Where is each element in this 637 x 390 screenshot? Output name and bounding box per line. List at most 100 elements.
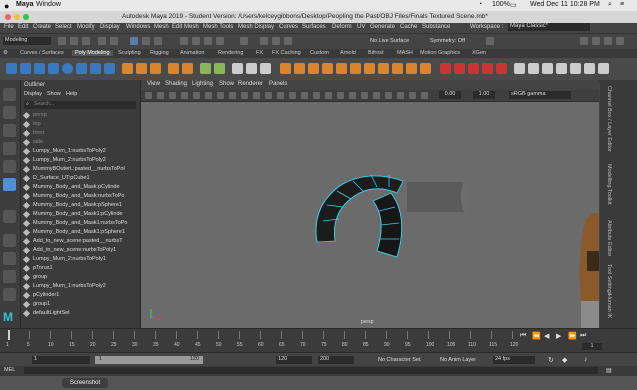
show-tool-settings-icon[interactable]	[604, 37, 612, 45]
outliner-item[interactable]: Mummy_Body_and_Mask:nurbsToPo	[21, 192, 140, 201]
redo-icon[interactable]	[110, 37, 118, 45]
normal-icon[interactable]	[570, 63, 581, 74]
merge-icon[interactable]	[350, 63, 361, 74]
planar-map-icon[interactable]	[454, 63, 465, 74]
step-forward-icon[interactable]: ⏩	[568, 332, 577, 340]
select-tool-icon[interactable]	[3, 88, 16, 101]
live-surface-label[interactable]: No Live Surface	[370, 38, 409, 44]
tab-tool-settings[interactable]: Tool Settings	[606, 264, 612, 296]
outliner-item[interactable]: Lumpy_Mum_2:nurbsToPoly1	[21, 255, 140, 264]
current-frame-field[interactable]: 1	[582, 343, 602, 350]
outliner-menu-help[interactable]: Help	[66, 91, 77, 97]
viewport-tool-icon[interactable]	[169, 92, 176, 99]
snap-curve-icon[interactable]	[192, 37, 200, 45]
unfold-icon[interactable]	[542, 63, 553, 74]
outliner-item[interactable]: D_Surface_UT:pCube1	[21, 174, 140, 183]
insert-edge-loop-icon[interactable]	[392, 63, 403, 74]
vp-menu-panels[interactable]: Panels	[269, 81, 287, 87]
command-input[interactable]	[24, 367, 598, 374]
svg-icon[interactable]	[182, 63, 193, 74]
outliner-item[interactable]: Lumpy_Mum_2:nurbsToPoly2	[21, 156, 140, 165]
menu-modify[interactable]: Modify	[77, 24, 95, 30]
outliner-item[interactable]: Lumpy_Mum_1:nurbsToPoly2	[21, 282, 140, 291]
vp-menu-lighting[interactable]: Lighting	[192, 81, 213, 87]
outliner-item[interactable]: persp	[21, 111, 140, 120]
menu-list-icon[interactable]: ≡	[620, 1, 624, 8]
four-view-layout-icon[interactable]	[3, 252, 16, 265]
outliner-layout-icon[interactable]	[3, 270, 16, 283]
undo-icon[interactable]	[98, 37, 106, 45]
poly-cube-icon[interactable]	[20, 63, 31, 74]
menu-uv[interactable]: UV	[357, 24, 365, 30]
fps-select[interactable]: 24 fps	[493, 356, 535, 364]
tab-rendering[interactable]: Rendering	[218, 50, 243, 56]
viewport-tool-icon[interactable]	[145, 92, 152, 99]
tab-poly-modeling[interactable]: Poly Modeling	[72, 50, 113, 56]
tab-fx-caching[interactable]: FX Caching	[272, 50, 301, 56]
append-to-polygon-icon[interactable]	[322, 63, 333, 74]
type-text-icon[interactable]	[168, 63, 179, 74]
menu-cache[interactable]: Cache	[400, 24, 417, 30]
outliner-item[interactable]: side	[21, 138, 140, 147]
rotate-tool-icon[interactable]	[3, 160, 16, 173]
battery-status[interactable]: 100%	[492, 1, 510, 8]
viewport-tool-icon[interactable]	[229, 92, 236, 99]
viewport-tool-icon[interactable]	[421, 92, 428, 99]
window-menu[interactable]: Window	[36, 1, 61, 8]
scale-tool-icon[interactable]	[3, 178, 16, 191]
symmetry-label[interactable]: Symmetry: Off	[430, 38, 465, 44]
outliner-search-input[interactable]: Search...	[34, 101, 54, 107]
sound-icon[interactable]: ♪	[584, 356, 588, 363]
render-icon[interactable]	[260, 37, 268, 45]
menu-edit-mesh[interactable]: Edit Mesh	[172, 24, 199, 30]
viewport-tool-icon[interactable]	[385, 92, 392, 99]
zoom-window-button[interactable]	[23, 14, 29, 20]
tab-motion-graphics[interactable]: Motion Graphics	[420, 50, 460, 56]
script-editor-icon[interactable]: ▤	[606, 367, 612, 374]
tab-curves-surfaces[interactable]: Curves / Surfaces	[20, 50, 64, 56]
start-time-field[interactable]: 1	[32, 356, 90, 364]
tab-attribute-editor[interactable]: Attribute Editor	[606, 220, 612, 256]
show-channel-box-icon[interactable]	[616, 37, 624, 45]
menu-surfaces[interactable]: Surfaces	[302, 24, 326, 30]
single-perspective-layout-icon[interactable]	[3, 234, 16, 247]
viewport-tool-icon[interactable]	[265, 92, 272, 99]
menu-select[interactable]: Select	[55, 24, 72, 30]
viewport-tool-icon[interactable]	[157, 92, 164, 99]
outliner-item[interactable]: pTorus1	[21, 264, 140, 273]
outliner-item[interactable]: Mummy_Body_and_Mask1:pSphere1	[21, 228, 140, 237]
remesh-icon[interactable]	[246, 63, 257, 74]
app-menu[interactable]: Maya	[16, 1, 34, 8]
fill-hole-icon[interactable]	[336, 63, 347, 74]
character-set-select[interactable]: No Character Set	[378, 357, 421, 363]
spherical-map-icon[interactable]	[496, 63, 507, 74]
ipr-render-icon[interactable]	[272, 37, 280, 45]
outliner-item[interactable]: Mummy_Body_and_Mask1:pCylinde	[21, 210, 140, 219]
vp-menu-view[interactable]: View	[147, 81, 160, 87]
viewport-tool-icon[interactable]	[397, 92, 404, 99]
graph-layout-icon[interactable]	[3, 288, 16, 301]
outliner-item[interactable]: Mummy_Body_and_Mask:pCylinde	[21, 183, 140, 192]
show-outliner-icon[interactable]	[580, 37, 588, 45]
move-tool-icon[interactable]	[3, 142, 16, 155]
vp-menu-show[interactable]: Show	[219, 81, 234, 87]
poly-disc-icon[interactable]	[90, 63, 101, 74]
automatic-map-icon[interactable]	[468, 63, 479, 74]
anim-end-field[interactable]: 200	[318, 356, 354, 364]
mirror-icon[interactable]	[200, 63, 211, 74]
show-attribute-editor-icon[interactable]	[592, 37, 600, 45]
select-component-icon[interactable]	[154, 37, 162, 45]
gamma-field[interactable]: 1.00	[473, 91, 495, 99]
current-time-marker[interactable]	[8, 330, 10, 340]
menu-deform[interactable]: Deform	[332, 24, 352, 30]
retopo-icon[interactable]	[260, 63, 271, 74]
history-icon[interactable]	[240, 37, 248, 45]
anim-layer-select[interactable]: No Anim Layer	[440, 357, 476, 363]
viewport-panel[interactable]: View Shading Lighting Show Renderer Pane…	[141, 80, 599, 328]
viewport-tool-icon[interactable]	[409, 92, 416, 99]
screenshot-dock-label[interactable]: Screenshot	[62, 378, 108, 388]
viewport-tool-icon[interactable]	[361, 92, 368, 99]
tab-arnold[interactable]: Arnold	[340, 50, 356, 56]
outliner-item[interactable]: pCylinder1	[21, 291, 140, 300]
outliner-item[interactable]: defaultLightSet	[21, 309, 140, 318]
